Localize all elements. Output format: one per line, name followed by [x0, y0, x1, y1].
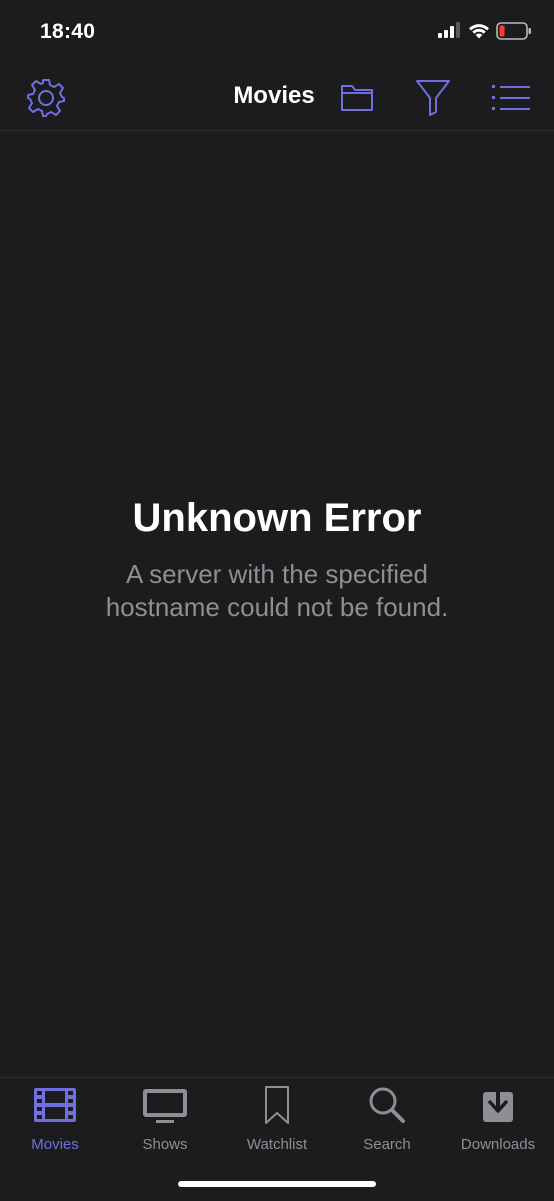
filter-button[interactable] [414, 76, 452, 118]
page-title: Movies [233, 82, 315, 109]
status-bar: 18:40 [0, 0, 554, 66]
tv-icon [143, 1089, 187, 1123]
cellular-signal-icon [438, 22, 460, 38]
list-view-button[interactable] [490, 78, 532, 118]
bookmark-icon [265, 1086, 289, 1124]
search-icon [369, 1087, 405, 1123]
error-message: A server with the specified hostname cou… [105, 559, 449, 622]
error-view: Unknown Error A server with the specifie… [0, 492, 554, 624]
nav-bar: Movies [0, 66, 554, 131]
tab-label: Watchlist [246, 1136, 308, 1153]
filter-icon [416, 80, 450, 116]
settings-button[interactable] [24, 76, 68, 120]
tab-watchlist[interactable]: Watchlist [222, 1084, 332, 1154]
tab-label: Search [363, 1136, 411, 1153]
list-icon [492, 85, 530, 110]
home-indicator [178, 1181, 376, 1187]
film-icon [34, 1088, 76, 1122]
wifi-icon [469, 24, 489, 39]
tab-movies[interactable]: Movies [0, 1084, 110, 1154]
tab-label: Movies [31, 1136, 79, 1153]
tab-downloads[interactable]: Downloads [443, 1084, 553, 1154]
error-title: Unknown Error [132, 496, 422, 540]
battery-icon [496, 22, 531, 40]
download-icon [483, 1087, 513, 1122]
gear-icon [27, 79, 65, 117]
tab-label: Downloads [460, 1136, 536, 1153]
folder-icon [341, 85, 373, 111]
folder-button[interactable] [338, 78, 376, 116]
tab-shows[interactable]: Shows [110, 1084, 220, 1154]
tab-search[interactable]: Search [332, 1084, 442, 1154]
status-time: 18:40 [40, 20, 96, 43]
tab-label: Shows [142, 1136, 188, 1153]
